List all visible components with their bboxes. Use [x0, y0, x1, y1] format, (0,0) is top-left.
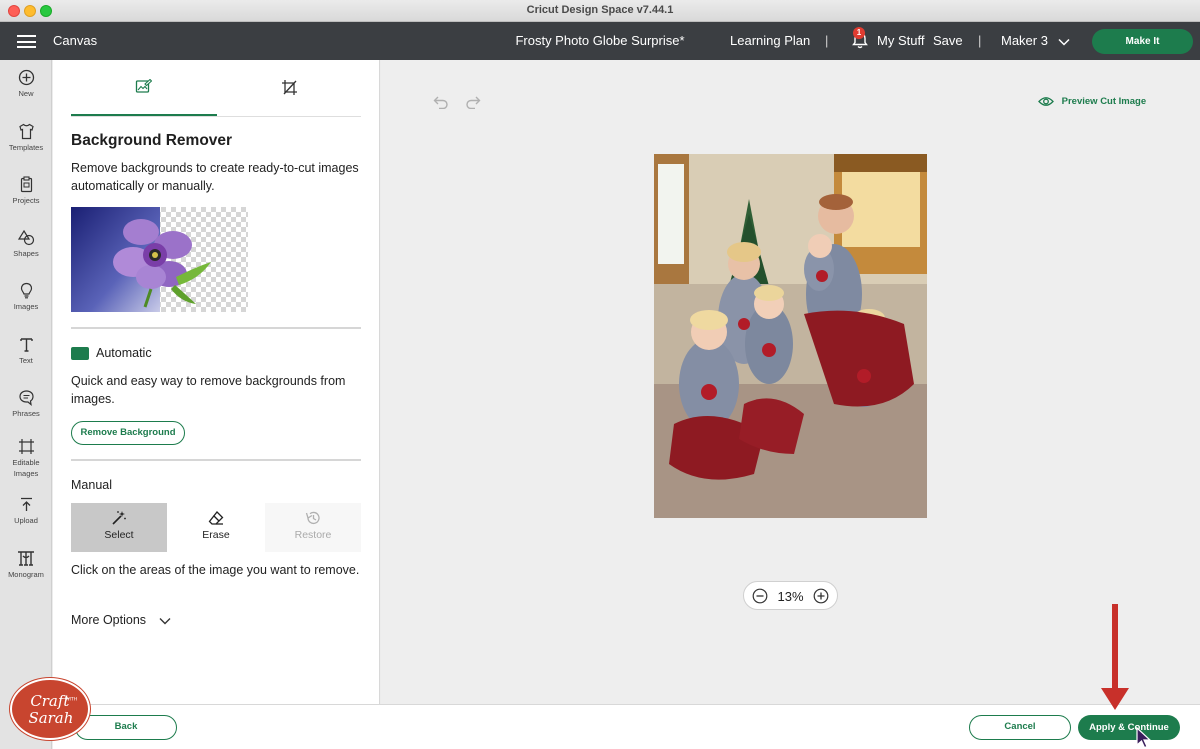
family-photo	[654, 154, 927, 518]
rail-label: Phrases	[12, 409, 40, 418]
restore-icon	[305, 511, 320, 525]
rail-label: Shapes	[13, 249, 39, 258]
tab-background-remover[interactable]	[71, 60, 217, 116]
rail-item-upload[interactable]: Upload	[0, 496, 52, 526]
apply-continue-button[interactable]: Apply & Continue	[1078, 715, 1180, 740]
sample-flower-image	[71, 207, 248, 312]
rail-item-templates[interactable]: Templates	[0, 123, 52, 153]
notification-badge: 1	[853, 27, 865, 39]
rail-label: Images	[13, 469, 39, 478]
header-separator: |	[978, 33, 982, 48]
section-divider	[71, 459, 361, 461]
panel-title: Background Remover	[71, 132, 233, 149]
rail-label: Images	[13, 302, 39, 311]
rail-item-phrases[interactable]: Phrases	[0, 389, 52, 419]
automatic-label: Automatic	[96, 346, 152, 360]
lightbulb-icon	[20, 282, 32, 299]
learning-plan-link[interactable]: Learning Plan	[730, 33, 810, 48]
preview-cut-image-button[interactable]: Preview Cut Image	[1038, 96, 1146, 107]
rail-item-shapes[interactable]: Shapes	[0, 229, 52, 259]
design-panel-rail: New Templates Projects Shapes Images Tex…	[0, 60, 52, 749]
window-title: Cricut Design Space v7.44.1	[526, 4, 674, 16]
machine-label: Maker 3	[1001, 33, 1048, 48]
save-button[interactable]: Save	[933, 33, 963, 48]
cancel-button[interactable]: Cancel	[969, 715, 1071, 740]
speech-bubble-icon	[18, 390, 34, 406]
zoom-out-icon[interactable]	[752, 588, 768, 604]
window-titlebar: Cricut Design Space v7.44.1	[0, 0, 1200, 22]
select-tool-label: Select	[104, 529, 134, 541]
back-button[interactable]: Back	[75, 715, 177, 740]
section-divider	[71, 327, 361, 329]
more-options-toggle[interactable]: More Options	[71, 613, 171, 627]
chevron-down-icon	[159, 617, 171, 625]
erase-tool-label: Erase	[202, 529, 230, 541]
rail-item-projects[interactable]: Projects	[0, 176, 52, 206]
svg-text:Sarah: Sarah	[28, 709, 73, 727]
my-stuff-link[interactable]: My Stuff	[877, 33, 924, 48]
preview-cut-image-label: Preview Cut Image	[1061, 96, 1147, 108]
manual-label: Manual	[71, 478, 112, 492]
tab-divider	[71, 116, 361, 117]
make-it-button[interactable]: Make It	[1092, 29, 1193, 54]
edit-image-icon	[135, 79, 152, 93]
rail-item-images[interactable]: Images	[0, 282, 52, 312]
automatic-icon	[71, 347, 89, 360]
tab-crop[interactable]	[217, 60, 363, 116]
editable-image-icon	[18, 439, 34, 454]
rail-item-monogram[interactable]: Monogram	[0, 550, 52, 580]
eye-icon	[1038, 97, 1054, 106]
rail-item-editable-images[interactable]: Editable Images	[0, 438, 52, 479]
undo-icon[interactable]	[433, 95, 449, 109]
rail-item-new[interactable]: New	[0, 69, 52, 99]
shapes-icon	[17, 229, 34, 246]
more-options-label: More Options	[71, 613, 147, 627]
eraser-icon	[208, 511, 224, 525]
background-remover-panel: Background Remover Remove backgrounds to…	[53, 60, 380, 704]
remove-background-button[interactable]: Remove Background	[71, 421, 185, 445]
clipboard-icon	[20, 176, 32, 193]
zoom-in-icon[interactable]	[813, 588, 829, 604]
text-icon	[19, 338, 33, 352]
shirt-icon	[18, 123, 34, 140]
machine-select[interactable]: Maker 3	[1001, 33, 1070, 48]
restore-tool-label: Restore	[294, 529, 332, 541]
footer-bar: Back Cancel Apply & Continue	[53, 704, 1200, 749]
mouse-cursor	[1136, 727, 1152, 749]
red-arrow-annotation	[1101, 604, 1129, 710]
rail-label: New	[18, 89, 34, 98]
rail-label: Projects	[12, 196, 40, 205]
craft-with-sarah-logo: Craft WITH Sarah	[10, 678, 90, 740]
canvas-label: Canvas	[53, 33, 98, 48]
svg-text:WITH: WITH	[65, 697, 78, 703]
rail-label: Templates	[8, 143, 44, 152]
app-header: Canvas Frosty Photo Globe Surprise* Lear…	[0, 22, 1200, 60]
rail-label: Monogram	[8, 570, 44, 579]
erase-tool-button[interactable]: Erase	[168, 503, 264, 552]
magic-wand-icon	[112, 511, 126, 525]
select-tool-button[interactable]: Select	[71, 503, 167, 552]
zoom-control: 13%	[743, 581, 838, 610]
rail-label: Upload	[14, 516, 38, 525]
header-separator: |	[825, 33, 829, 48]
manual-description: Click on the areas of the image you want…	[71, 563, 360, 577]
automatic-description: Quick and easy way to remove backgrounds…	[71, 374, 346, 406]
chevron-down-icon	[1058, 38, 1070, 46]
rail-item-text[interactable]: Text	[0, 336, 52, 366]
canvas-area: Preview Cut Image 13%	[381, 60, 1200, 704]
menu-icon[interactable]	[17, 35, 36, 48]
monogram-icon	[18, 551, 34, 566]
project-name: Frosty Photo Globe Surprise*	[515, 33, 685, 48]
plus-circle-icon	[18, 69, 34, 86]
crop-icon	[282, 80, 297, 95]
panel-description: Remove backgrounds to create ready-to-cu…	[71, 161, 359, 193]
redo-icon[interactable]	[465, 95, 481, 109]
rail-label: Text	[19, 356, 33, 365]
rail-label: Editable	[12, 458, 40, 467]
restore-tool-button: Restore	[265, 503, 361, 552]
upload-icon	[20, 497, 32, 511]
